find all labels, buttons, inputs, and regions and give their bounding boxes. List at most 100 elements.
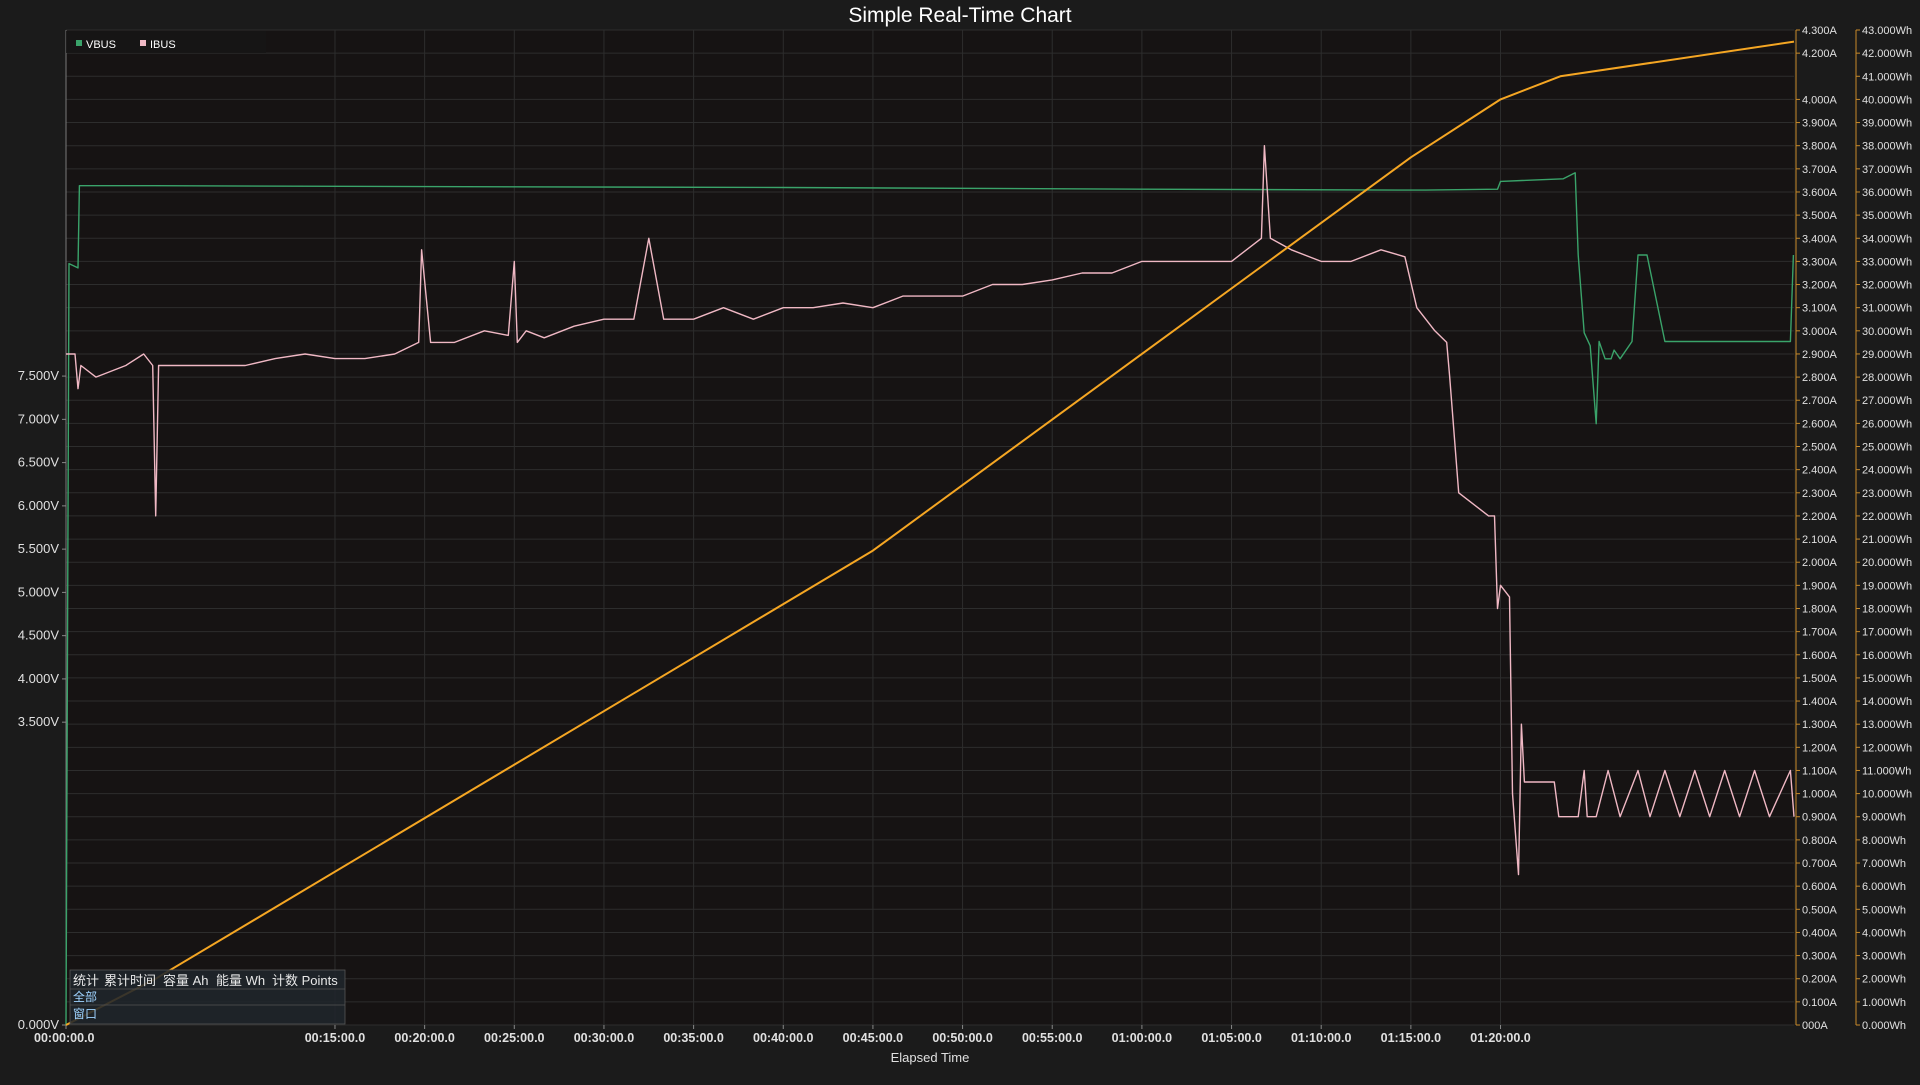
right-energy-tick-label: 37.000Wh bbox=[1862, 164, 1912, 176]
right-energy-tick-label: 24.000Wh bbox=[1862, 465, 1912, 477]
stats-row-all[interactable]: 全部 bbox=[73, 989, 97, 1004]
right-energy-tick-label: 11.000Wh bbox=[1862, 765, 1911, 777]
right-current-tick-label: 0.800A bbox=[1802, 835, 1838, 847]
x-tick-label: 00:25:00.0 bbox=[484, 1031, 545, 1045]
right-current-tick-label: 4.000A bbox=[1802, 94, 1838, 106]
right-current-tick-label: 2.400A bbox=[1802, 465, 1838, 477]
right-energy-tick-label: 41.000Wh bbox=[1862, 71, 1912, 83]
right-current-tick-label: 2.500A bbox=[1802, 442, 1838, 454]
right-current-tick-label: 1.700A bbox=[1802, 627, 1838, 639]
stats-header-energy: 能量 Wh bbox=[216, 973, 265, 988]
x-tick-label: 01:20:00.0 bbox=[1470, 1031, 1531, 1045]
right-current-tick-label: 3.400A bbox=[1802, 233, 1838, 245]
right-current-tick-label: 4.300A bbox=[1802, 25, 1838, 37]
chart-window: Simple Real-Time Chart 00:00:00.0 00:15:0… bbox=[0, 0, 1920, 1080]
right-energy-tick-label: 20.000Wh bbox=[1862, 557, 1912, 569]
right-energy-tick-label: 21.000Wh bbox=[1862, 534, 1912, 546]
right-energy-tick-label: 10.000Wh bbox=[1862, 789, 1912, 801]
x-tick-label: 01:00:00.0 bbox=[1112, 1031, 1173, 1045]
right-energy-tick-label: 27.000Wh bbox=[1862, 395, 1912, 407]
right-energy-tick-label: 0.000Wh bbox=[1862, 1020, 1906, 1032]
right-current-tick-label: 0.900A bbox=[1802, 812, 1838, 824]
right-energy-tick-label: 9.000Wh bbox=[1862, 812, 1906, 824]
x-tick-label: 01:10:00.0 bbox=[1291, 1031, 1352, 1045]
right-current-tick-label: 1.200A bbox=[1802, 742, 1838, 754]
right-energy-tick-label: 14.000Wh bbox=[1862, 696, 1912, 708]
stats-header-capacity: 容量 Ah bbox=[163, 973, 209, 988]
left-tick-label: 5.000V bbox=[18, 584, 60, 599]
right-energy-tick-label: 15.000Wh bbox=[1862, 673, 1912, 685]
right-current-tick-label: 3.100A bbox=[1802, 303, 1838, 315]
stats-panel[interactable]: 统计 累计时间 容量 Ah 能量 Wh 计数 Points 全部 窗口 bbox=[69, 969, 346, 1025]
x-tick-label: 00:20:00.0 bbox=[394, 1031, 455, 1045]
x-axis-label: Elapsed Time bbox=[891, 1050, 970, 1065]
stats-header-stat: 统计 bbox=[73, 973, 99, 988]
legend[interactable]: VBUS IBUS bbox=[66, 31, 266, 53]
right-current-tick-label: 1.000A bbox=[1802, 789, 1838, 801]
right-energy-tick-label: 32.000Wh bbox=[1862, 280, 1912, 292]
right-current-tick-label: 000A bbox=[1802, 1020, 1828, 1032]
right-energy-tick-label: 1.000Wh bbox=[1862, 997, 1906, 1009]
right-energy-tick-label: 33.000Wh bbox=[1862, 256, 1912, 268]
x-tick-label: 01:15:00.0 bbox=[1381, 1031, 1442, 1045]
right-energy-tick-label: 4.000Wh bbox=[1862, 927, 1906, 939]
right-current-tick-label: 1.900A bbox=[1802, 580, 1838, 592]
right-current-tick-label: 2.000A bbox=[1802, 557, 1838, 569]
left-tick-label: 6.500V bbox=[18, 455, 60, 470]
right-energy-tick-label: 13.000Wh bbox=[1862, 719, 1912, 731]
right-current-tick-label: 0.100A bbox=[1802, 997, 1838, 1009]
right-energy-tick-label: 42.000Wh bbox=[1862, 48, 1912, 60]
right-energy-tick-label: 43.000Wh bbox=[1862, 25, 1912, 37]
right-current-tick-label: 1.600A bbox=[1802, 650, 1838, 662]
left-tick-label: 4.500V bbox=[18, 628, 60, 643]
right-current-tick-label: 2.800A bbox=[1802, 372, 1838, 384]
left-tick-label: 7.500V bbox=[18, 368, 60, 383]
right-energy-tick-label: 23.000Wh bbox=[1862, 488, 1912, 500]
right-energy-tick-label: 8.000Wh bbox=[1862, 835, 1906, 847]
right-energy-tick-label: 5.000Wh bbox=[1862, 904, 1906, 916]
right-current-tick-label: 1.300A bbox=[1802, 719, 1838, 731]
right-current-tick-label: 3.700A bbox=[1802, 164, 1838, 176]
right-energy-tick-label: 7.000Wh bbox=[1862, 858, 1906, 870]
right-energy-tick-label: 34.000Wh bbox=[1862, 233, 1912, 245]
stats-row-window[interactable]: 窗口 bbox=[73, 1007, 97, 1021]
right-current-tick-label: 0.300A bbox=[1802, 951, 1838, 963]
right-current-tick-label: 3.800A bbox=[1802, 141, 1838, 153]
stats-header-time: 累计时间 bbox=[104, 973, 156, 988]
right-current-tick-label: 2.600A bbox=[1802, 418, 1838, 430]
right-current-tick-label: 3.600A bbox=[1802, 187, 1838, 199]
right-energy-tick-label: 36.000Wh bbox=[1862, 187, 1912, 199]
right-energy-tick-label: 39.000Wh bbox=[1862, 118, 1912, 130]
x-tick-label: 00:40:00.0 bbox=[753, 1031, 814, 1045]
x-tick-label: 00:55:00.0 bbox=[1022, 1031, 1083, 1045]
right-current-tick-label: 0.500A bbox=[1802, 904, 1838, 916]
left-tick-label: 6.000V bbox=[18, 498, 60, 513]
right-current-tick-label: 2.300A bbox=[1802, 488, 1838, 500]
right-energy-tick-label: 3.000Wh bbox=[1862, 951, 1906, 963]
right-energy-tick-label: 12.000Wh bbox=[1862, 742, 1912, 754]
right-energy-tick-label: 35.000Wh bbox=[1862, 210, 1912, 222]
right-energy-tick-label: 26.000Wh bbox=[1862, 418, 1912, 430]
left-tick-label: 7.000V bbox=[18, 411, 60, 426]
x-tick-label: 00:30:00.0 bbox=[574, 1031, 635, 1045]
right-current-tick-label: 3.200A bbox=[1802, 280, 1838, 292]
x-tick-label: 00:50:00.0 bbox=[932, 1031, 993, 1045]
right-energy-tick-label: 31.000Wh bbox=[1862, 303, 1912, 315]
right-current-tick-label: 2.700A bbox=[1802, 395, 1838, 407]
right-energy-tick-label: 17.000Wh bbox=[1862, 627, 1912, 639]
left-tick-label: 3.500V bbox=[18, 714, 60, 729]
right-energy-tick-label: 30.000Wh bbox=[1862, 326, 1912, 338]
right-energy-tick-label: 38.000Wh bbox=[1862, 141, 1912, 153]
right-current-tick-label: 3.000A bbox=[1802, 326, 1838, 338]
plot-area bbox=[66, 30, 1794, 1025]
legend-swatch-ibus bbox=[140, 40, 146, 46]
right-current-tick-label: 3.500A bbox=[1802, 210, 1838, 222]
right-current-tick-label: 2.900A bbox=[1802, 349, 1838, 361]
right-energy-tick-label: 29.000Wh bbox=[1862, 349, 1912, 361]
x-tick-label: 00:00:00.0 bbox=[34, 1031, 95, 1045]
right-current-tick-label: 0.600A bbox=[1802, 881, 1838, 893]
right-current-tick-label: 2.100A bbox=[1802, 534, 1838, 546]
right-current-tick-label: 0.700A bbox=[1802, 858, 1838, 870]
right-current-tick-label: 1.800A bbox=[1802, 603, 1838, 615]
right-energy-tick-label: 25.000Wh bbox=[1862, 442, 1912, 454]
